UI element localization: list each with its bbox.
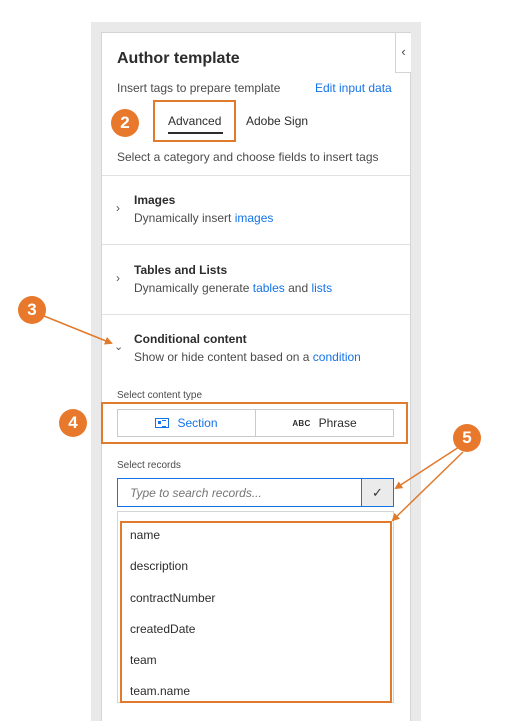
callout-badge-2: 2 [111,109,139,137]
callout-badge-4: 4 [59,409,87,437]
callout-arrow-3 [43,315,113,345]
callout-arrows [43,315,464,522]
callout-badge-3: 3 [18,296,46,324]
callout-arrow-5b [391,451,464,522]
callout-badge-5: 5 [453,424,481,452]
callout-arrow-5a [394,446,460,490]
